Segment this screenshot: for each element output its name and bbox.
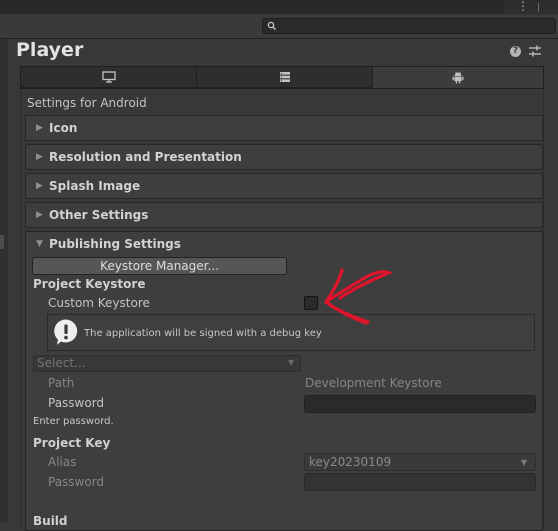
keystore-select-value: Select... — [37, 356, 86, 370]
section-publishing-settings-label: Publishing Settings — [49, 237, 181, 251]
section-other-settings[interactable]: ▶ Other Settings — [25, 202, 543, 228]
section-resolution[interactable]: ▶ Resolution and Presentation — [25, 144, 543, 170]
enter-password-hint: Enter password. — [33, 416, 114, 427]
window-edge — [538, 3, 547, 12]
page-title: Player — [16, 39, 84, 61]
tab-standalone[interactable] — [20, 66, 197, 88]
monitor-icon — [101, 71, 116, 83]
keystore-password-label: Password — [48, 396, 105, 410]
tab-android[interactable] — [372, 66, 544, 88]
search-input[interactable] — [262, 18, 556, 34]
chevron-right-icon: ▶ — [36, 210, 43, 220]
custom-keystore-label: Custom Keystore — [48, 296, 150, 310]
red-arrow-annotation — [324, 268, 392, 325]
section-splash-image[interactable]: ▶ Splash Image — [25, 173, 543, 199]
path-label: Path — [48, 376, 75, 390]
splitter-handle[interactable] — [0, 235, 4, 249]
project-keystore-heading: Project Keystore — [33, 277, 146, 291]
section-icon[interactable]: ▶ Icon — [25, 115, 543, 141]
path-value: Development Keystore — [305, 376, 442, 390]
settings-for-label: Settings for Android — [27, 96, 147, 110]
tab-dedicated-server[interactable] — [196, 66, 373, 88]
kebab-icon[interactable]: ⋮ — [517, 0, 529, 13]
warning-icon — [54, 319, 78, 345]
server-icon — [279, 72, 290, 82]
dropdown-arrow-icon: ▼ — [288, 358, 295, 367]
left-gutter — [0, 39, 8, 522]
dropdown-arrow-icon: ▼ — [521, 458, 528, 467]
section-splash-image-label: Splash Image — [49, 179, 141, 193]
chevron-right-icon: ▶ — [36, 152, 43, 162]
window-top-bar — [0, 0, 558, 14]
help-message: The application will be signed with a de… — [84, 328, 322, 339]
section-resolution-label: Resolution and Presentation — [49, 150, 242, 164]
help-icon[interactable]: ? — [510, 46, 521, 57]
key-password-field[interactable] — [304, 473, 536, 491]
android-icon — [452, 71, 464, 83]
project-key-heading: Project Key — [33, 436, 111, 450]
section-icon-label: Icon — [49, 121, 78, 135]
alias-label: Alias — [48, 455, 77, 469]
window-top-bar-right — [504, 0, 558, 14]
chevron-right-icon: ▶ — [36, 181, 43, 191]
chevron-right-icon: ▶ — [36, 123, 43, 133]
alias-value: key20230109 — [309, 455, 392, 469]
key-password-label: Password — [48, 475, 105, 489]
section-other-settings-label: Other Settings — [49, 208, 149, 222]
keystore-password-field[interactable] — [304, 395, 536, 413]
keystore-manager-button[interactable]: Keystore Manager... — [32, 257, 287, 275]
chevron-down-icon: ▼ — [36, 239, 43, 249]
search-icon — [267, 21, 276, 30]
presets-icon[interactable] — [528, 44, 542, 58]
